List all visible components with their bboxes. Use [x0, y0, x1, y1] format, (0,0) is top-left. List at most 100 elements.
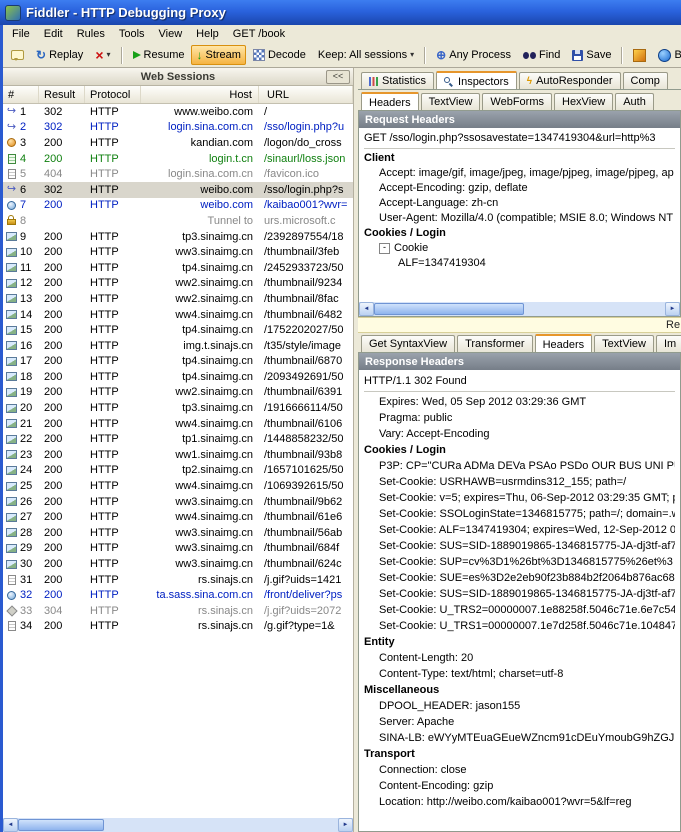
request-tab-webforms[interactable]: WebForms — [482, 93, 552, 110]
response-tab-get-syntaxview[interactable]: Get SyntaxView — [361, 335, 455, 352]
session-row[interactable]: 28200HTTPww3.sinaimg.cn/thumbnail/56ab — [3, 525, 353, 541]
scroll-right-button[interactable]: ► — [665, 302, 680, 316]
encoding-notice-bar[interactable]: Re — [358, 317, 681, 333]
scroll-left-button[interactable]: ◄ — [3, 818, 18, 832]
session-row[interactable]: 27200HTTPww4.sinaimg.cn/thumbnail/61e6 — [3, 509, 353, 525]
session-row[interactable]: 25200HTTPww4.sinaimg.cn/1069392615/50 — [3, 478, 353, 494]
session-row[interactable]: 32200HTTPta.sass.sina.com.cn/front/deliv… — [3, 587, 353, 603]
session-row[interactable]: 7200HTTPweibo.com/kaibao001?wvr= — [3, 198, 353, 214]
session-number-cell: 4 — [3, 153, 39, 165]
collapse-button[interactable]: << — [326, 70, 350, 84]
launch-browser-button[interactable]: Br — [653, 46, 681, 65]
replay-button[interactable]: Replay — [31, 45, 88, 65]
session-row[interactable]: 33304HTTPrs.sinajs.cn/j.gif?uids=2072 — [3, 603, 353, 619]
stream-button[interactable]: Stream — [191, 45, 245, 65]
menu-get-book[interactable]: GET /book — [226, 26, 292, 42]
request-tab-hexview[interactable]: HexView — [554, 93, 613, 110]
main-tab-statistics[interactable]: Statistics — [361, 72, 434, 89]
main-tab-autoresponder[interactable]: AutoResponder — [519, 72, 621, 89]
session-row[interactable]: 8Tunnel tours.microsoft.c — [3, 213, 353, 229]
session-row[interactable]: 20200HTTPtp3.sinaimg.cn/1916666114/50 — [3, 400, 353, 416]
menu-rules[interactable]: Rules — [70, 26, 112, 42]
menu-view[interactable]: View — [152, 26, 190, 42]
session-row[interactable]: 21200HTTPww4.sinaimg.cn/thumbnail/6106 — [3, 416, 353, 432]
session-row[interactable]: 22200HTTPtp1.sinaimg.cn/1448858232/50 — [3, 431, 353, 447]
menu-file[interactable]: File — [5, 26, 37, 42]
find-button[interactable]: Find — [518, 46, 565, 64]
request-horizontal-scrollbar[interactable]: ◄ ► — [359, 302, 680, 316]
session-row[interactable]: 14200HTTPww4.sinaimg.cn/thumbnail/6482 — [3, 307, 353, 323]
session-result: 200 — [39, 371, 85, 383]
session-row[interactable]: 2302HTTPlogin.sina.com.cn/sso/login.php?… — [3, 120, 353, 136]
session-host: rs.sinajs.cn — [141, 605, 259, 617]
menu-edit[interactable]: Edit — [37, 26, 70, 42]
session-row[interactable]: 12200HTTPww2.sinaimg.cn/thumbnail/9234 — [3, 276, 353, 292]
resume-button[interactable]: Resume — [128, 46, 190, 64]
scroll-right-button[interactable]: ► — [338, 818, 353, 832]
scrollbar-thumb[interactable] — [18, 819, 104, 831]
session-number: 9 — [20, 231, 26, 243]
request-tab-headers[interactable]: Headers — [361, 92, 419, 111]
session-row[interactable]: 10200HTTPww3.sinaimg.cn/thumbnail/3feb — [3, 244, 353, 260]
image-icon — [5, 231, 18, 242]
request-tab-textview[interactable]: TextView — [421, 93, 481, 110]
save-button[interactable]: Save — [567, 46, 616, 64]
response-tab-im[interactable]: Im — [656, 335, 681, 352]
header-line: Set-Cookie: ALF=1347419304; expires=Wed,… — [364, 522, 675, 538]
session-row[interactable]: 23200HTTPww1.sinaimg.cn/thumbnail/93b8 — [3, 447, 353, 463]
session-row[interactable]: 19200HTTPww2.sinaimg.cn/thumbnail/6391 — [3, 385, 353, 401]
column-header-url[interactable]: URL — [259, 86, 353, 103]
request-headers-body: GET /sso/login.php?ssosavestate=13474193… — [359, 128, 680, 302]
session-row[interactable]: 5404HTTPlogin.sina.com.cn/favicon.ico — [3, 166, 353, 182]
menu-help[interactable]: Help — [189, 26, 226, 42]
session-row[interactable]: 18200HTTPtp4.sinaimg.cn/2093492691/50 — [3, 369, 353, 385]
main-tab-inspectors[interactable]: Inspectors — [436, 71, 517, 90]
session-row[interactable]: 29200HTTPww3.sinaimg.cn/thumbnail/684f — [3, 541, 353, 557]
comment-button[interactable] — [6, 47, 29, 63]
screenshot-button[interactable] — [628, 46, 651, 65]
session-row[interactable]: 13200HTTPww2.sinaimg.cn/thumbnail/8fac — [3, 291, 353, 307]
sessions-horizontal-scrollbar[interactable]: ◄ ► — [3, 818, 353, 832]
session-number-cell: 21 — [3, 418, 39, 430]
session-number-cell: 6 — [3, 184, 39, 196]
column-header-host[interactable]: Host — [141, 86, 259, 103]
session-number: 34 — [20, 620, 32, 632]
any-process-button[interactable]: Any Process — [431, 46, 516, 65]
scroll-left-button[interactable]: ◄ — [359, 302, 374, 316]
keep-sessions-dropdown[interactable]: Keep: All sessions▾ — [313, 46, 419, 64]
main-tab-comp[interactable]: Comp — [623, 72, 668, 89]
column-header-protocol[interactable]: Protocol — [85, 86, 141, 103]
session-row[interactable]: 26200HTTPww3.sinaimg.cn/thumbnail/9b62 — [3, 494, 353, 510]
session-row[interactable]: 17200HTTPtp4.sinaimg.cn/thumbnail/6870 — [3, 354, 353, 370]
session-url: /thumbnail/9234 — [259, 277, 353, 289]
scrollbar-track[interactable] — [374, 302, 665, 316]
header-line: Server: Apache — [364, 714, 675, 730]
session-row[interactable]: 3200HTTPkandian.com/logon/do_cross — [3, 135, 353, 151]
session-row[interactable]: 31200HTTPrs.sinajs.cn/j.gif?uids=1421 — [3, 572, 353, 588]
scrollbar-track[interactable] — [18, 818, 338, 832]
column-header-result[interactable]: Result — [39, 86, 85, 103]
session-row[interactable]: 9200HTTPtp3.sinaimg.cn/2392897554/18 — [3, 229, 353, 245]
response-tab-textview[interactable]: TextView — [594, 335, 654, 352]
session-row[interactable]: 6302HTTPweibo.com/sso/login.php?s — [3, 182, 353, 198]
session-row[interactable]: 15200HTTPtp4.sinaimg.cn/1752202027/50 — [3, 322, 353, 338]
scrollbar-thumb[interactable] — [374, 303, 524, 315]
session-row[interactable]: 34200HTTPrs.sinajs.cn/g.gif?type=1& — [3, 619, 353, 635]
session-row[interactable]: 24200HTTPtp2.sinaimg.cn/1657101625/50 — [3, 463, 353, 479]
remove-sessions-button[interactable]: ▾ — [90, 45, 115, 66]
session-row[interactable]: 16200HTTPimg.t.sinajs.cn/t35/style/image — [3, 338, 353, 354]
session-row[interactable]: 30200HTTPww3.sinaimg.cn/thumbnail/624c — [3, 556, 353, 572]
session-url: /thumbnail/9b62 — [259, 496, 353, 508]
session-row[interactable]: 11200HTTPtp4.sinaimg.cn/2452933723/50 — [3, 260, 353, 276]
response-tab-headers[interactable]: Headers — [535, 334, 593, 353]
header-line: ALF=1347419304 — [364, 256, 675, 271]
decode-button[interactable]: Decode — [248, 46, 311, 64]
collapse-expander-icon[interactable] — [379, 243, 390, 254]
session-row[interactable]: 1302HTTPwww.weibo.com/ — [3, 104, 353, 120]
request-tab-auth[interactable]: Auth — [615, 93, 654, 110]
column-header-[interactable]: # — [3, 86, 39, 103]
menu-tools[interactable]: Tools — [112, 26, 152, 42]
response-tab-transformer[interactable]: Transformer — [457, 335, 533, 352]
session-number: 19 — [20, 386, 32, 398]
session-row[interactable]: 4200HTTPlogin.t.cn/sinaurl/loss.json — [3, 151, 353, 167]
